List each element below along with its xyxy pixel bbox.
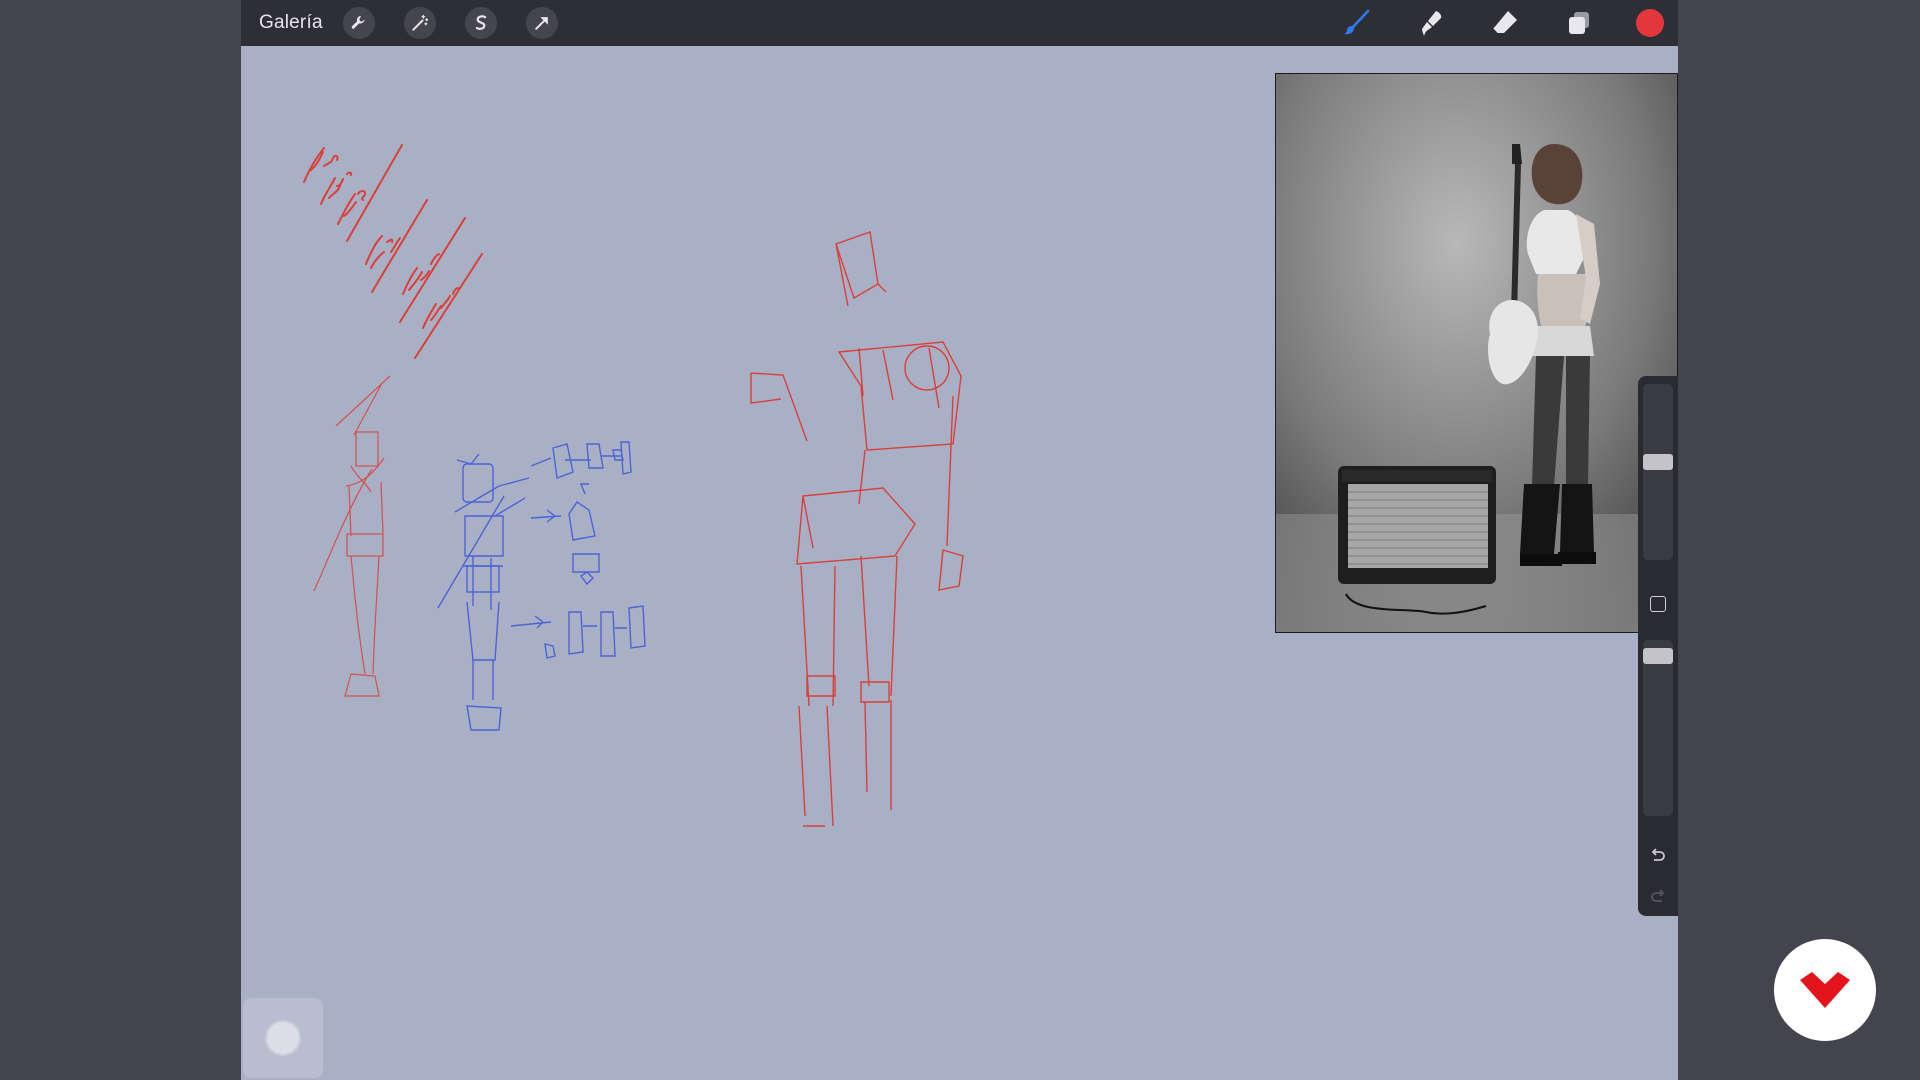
transform-button[interactable] <box>526 7 558 39</box>
wrench-icon <box>351 15 365 29</box>
brush-button[interactable] <box>1341 7 1373 39</box>
selection-button[interactable] <box>465 7 497 39</box>
actions-button[interactable] <box>343 7 375 39</box>
brush-icon <box>1344 9 1370 35</box>
color-picker-button[interactable] <box>1636 9 1664 37</box>
brush-size-slider[interactable] <box>1643 384 1673 560</box>
mannequin-sketch-blue <box>437 441 646 731</box>
adjustments-button[interactable] <box>404 7 436 39</box>
selection-s-icon <box>475 15 487 30</box>
eraser-button[interactable] <box>1489 7 1521 39</box>
handwritten-notes <box>303 144 483 359</box>
mannequin-sketch-red <box>750 231 964 827</box>
quickmenu-button[interactable] <box>243 998 323 1078</box>
brush-size-thumb[interactable] <box>1643 454 1673 470</box>
smudge-button[interactable] <box>1415 7 1447 39</box>
layers-icon <box>1569 12 1589 34</box>
undo-icon <box>1651 848 1665 861</box>
gesture-sketch-red <box>313 375 391 697</box>
eraser-icon <box>1492 11 1517 34</box>
side-toolbar <box>1638 376 1678 916</box>
procreate-app: Galería <box>241 0 1678 1080</box>
redo-button[interactable] <box>1645 884 1671 910</box>
smudge-icon <box>1422 11 1442 36</box>
gallery-button[interactable]: Galería <box>259 12 323 34</box>
transform-arrow-icon <box>535 17 548 30</box>
opacity-slider[interactable] <box>1643 640 1673 816</box>
redo-icon <box>1651 889 1665 902</box>
magic-wand-icon <box>412 14 429 31</box>
brand-logo-icon <box>1800 972 1850 1008</box>
quickmenu-circle-icon <box>265 1020 301 1056</box>
opacity-thumb[interactable] <box>1643 648 1673 664</box>
brand-logo-button[interactable] <box>1774 939 1876 1041</box>
reference-image-window[interactable] <box>1275 73 1678 633</box>
top-toolbar: Galería <box>241 0 1678 46</box>
undo-button[interactable] <box>1645 843 1671 869</box>
modify-button[interactable] <box>1650 596 1666 612</box>
reference-photo <box>1276 74 1677 632</box>
layers-button[interactable] <box>1563 7 1595 39</box>
